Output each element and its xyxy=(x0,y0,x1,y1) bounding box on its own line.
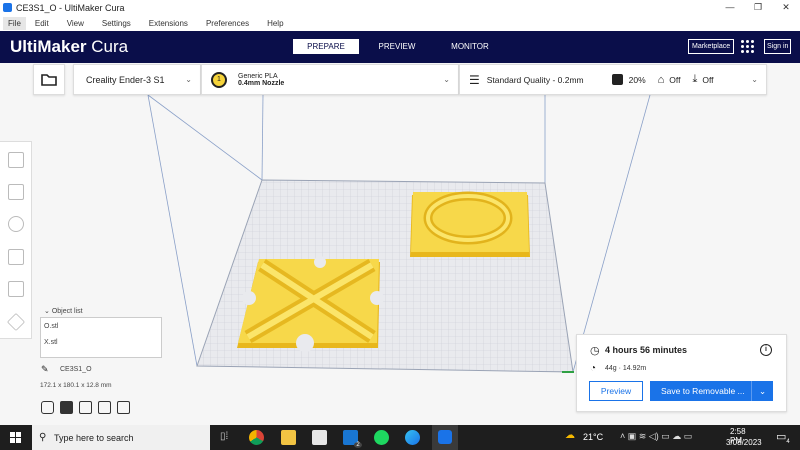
taskbar-search-input[interactable]: ⚲ Type here to search xyxy=(32,425,210,450)
weather-icon: ☁ xyxy=(565,430,575,441)
folder-icon xyxy=(41,74,57,86)
rotate-tool-icon[interactable] xyxy=(8,216,24,232)
task-view-icon[interactable]: ▯⁞ xyxy=(220,431,228,442)
search-placeholder: Type here to search xyxy=(54,432,134,443)
chevron-down-icon: ⌄ xyxy=(185,75,192,84)
right-view-icon[interactable] xyxy=(117,401,130,414)
print-settings-selector[interactable]: ☰ Standard Quality - 0.2mm 20% ⌂ Off ⤓ O… xyxy=(459,64,767,95)
windows-start-icon[interactable] xyxy=(10,432,21,443)
printer-selector[interactable]: Creality Ender-3 S1 ⌄ xyxy=(73,64,201,95)
adhesion-icon: ⤓ xyxy=(692,73,698,85)
tab-preview[interactable]: PREVIEW xyxy=(364,39,430,54)
model-o xyxy=(410,191,530,257)
tab-monitor[interactable]: MONITOR xyxy=(437,39,503,54)
pencil-icon[interactable]: ✎ xyxy=(41,364,49,375)
infill-value: 20% xyxy=(628,74,646,85)
tab-prepare[interactable]: PREPARE xyxy=(293,39,359,54)
scale-tool-icon[interactable] xyxy=(8,184,24,200)
save-to-removable-button[interactable]: Save to Removable ... ⌄ xyxy=(650,381,773,401)
material-name: Generic PLA xyxy=(238,72,278,80)
chevron-down-icon: ⌄ xyxy=(443,75,450,84)
chrome-icon[interactable] xyxy=(249,430,264,445)
edge-icon[interactable] xyxy=(405,430,420,445)
model-x xyxy=(237,256,384,352)
material-selector[interactable]: 1 Generic PLA 0.4mm Nozzle ⌄ xyxy=(201,64,459,95)
quality-profile: Standard Quality - 0.2mm xyxy=(486,74,584,85)
list-item[interactable]: O.stl xyxy=(41,318,161,334)
3d-view-icon[interactable] xyxy=(41,401,54,414)
info-icon[interactable]: i xyxy=(760,344,772,356)
printer-name: Creality Ender-3 S1 xyxy=(86,74,165,85)
marketplace-button[interactable]: Marketplace xyxy=(688,39,735,54)
preview-button[interactable]: Preview xyxy=(589,381,643,401)
model-dimensions: 172.1 x 180.1 x 12.8 mm xyxy=(40,382,112,389)
chevron-down-icon: ⌄ xyxy=(751,75,758,84)
chevron-down-icon[interactable]: ⌄ xyxy=(751,381,773,401)
print-time: 4 hours 56 minutes xyxy=(605,345,688,355)
move-tool-icon[interactable] xyxy=(8,152,24,168)
tool-sidebar xyxy=(0,141,32,339)
support-icon: ⌂ xyxy=(657,73,665,86)
sliders-icon: ☰ xyxy=(469,72,480,87)
spotify-icon[interactable] xyxy=(374,430,389,445)
temperature[interactable]: 21°C xyxy=(583,432,603,442)
search-icon: ⚲ xyxy=(39,432,47,443)
mail-icon[interactable]: 2 xyxy=(343,430,362,448)
sign-in-button[interactable]: Sign in xyxy=(764,39,792,54)
file-explorer-icon[interactable] xyxy=(281,430,296,445)
infill-icon xyxy=(611,74,623,85)
material-estimate: 44g · 14.92m xyxy=(605,365,647,372)
microsoft-store-icon[interactable] xyxy=(312,430,327,445)
left-view-icon[interactable] xyxy=(98,401,111,414)
top-view-icon[interactable] xyxy=(79,401,92,414)
ultimaker-cura-logo: UltiMaker Cura xyxy=(10,37,129,56)
list-item[interactable]: X.stl xyxy=(41,334,161,350)
extruder-icon: 1 xyxy=(211,71,227,88)
notifications-icon[interactable]: ▭4 xyxy=(776,430,790,445)
job-name[interactable]: CE3S1_O xyxy=(60,366,92,373)
cura-taskbar-button[interactable] xyxy=(432,425,458,450)
tray-icons[interactable]: ˄ ▣ ≋ ◁) ▭ ☁ ▭ xyxy=(620,431,692,442)
object-list-toggle[interactable]: ⌄ Object list xyxy=(44,307,83,315)
clock-date[interactable]: 3/08/2023 xyxy=(726,438,762,447)
view-orientation-buttons xyxy=(41,401,130,414)
support-blocker-icon[interactable] xyxy=(6,312,26,332)
clock-icon: ◷ xyxy=(590,345,600,357)
object-list: O.stl X.stl xyxy=(40,317,162,358)
nozzle-size: 0.4mm Nozzle xyxy=(238,79,285,87)
support-value: Off xyxy=(669,74,681,85)
front-view-icon[interactable] xyxy=(60,401,73,414)
mirror-tool-icon[interactable] xyxy=(8,249,24,265)
adhesion-value: Off xyxy=(702,74,714,85)
material-spool-icon: ◔ xyxy=(590,363,597,374)
apps-grid-icon[interactable] xyxy=(741,40,755,54)
per-model-settings-icon[interactable] xyxy=(8,281,24,297)
open-file-button[interactable] xyxy=(33,64,65,95)
